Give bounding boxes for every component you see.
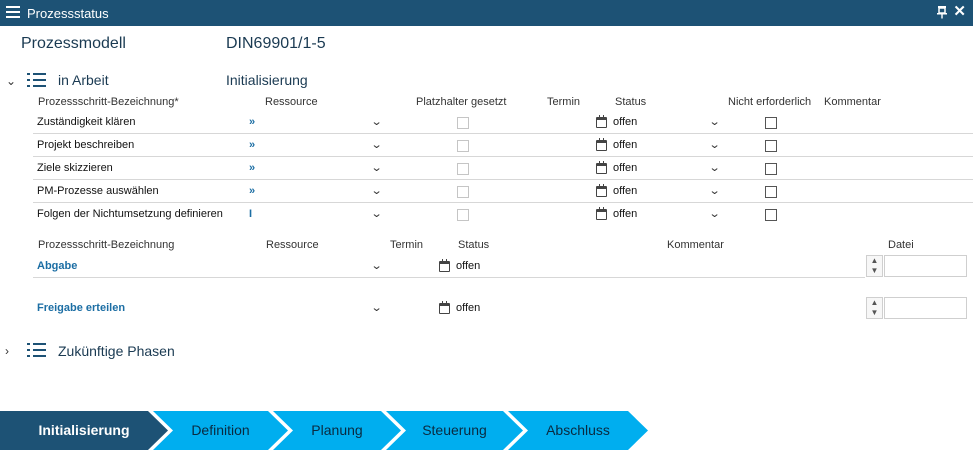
not-required-checkbox[interactable] — [765, 186, 777, 198]
status-value: offen — [613, 116, 638, 128]
resource-dropdown-icon[interactable]: ⌄ — [371, 115, 383, 128]
file-field[interactable] — [884, 297, 967, 319]
step-detail-link[interactable]: » — [249, 162, 255, 174]
col-header-step-name: Prozessschritt-Bezeichnung — [38, 239, 175, 251]
hamburger-menu-icon[interactable] — [6, 6, 20, 19]
col-header-file: Datei — [888, 239, 914, 251]
milestone-name-link[interactable]: Freigabe erteilen — [37, 302, 125, 314]
milestone-name-link[interactable]: Abgabe — [37, 260, 77, 272]
phase-progress-bar: Initialisierung Definition Planung Steue… — [0, 411, 660, 450]
file-spinner[interactable]: ▲ ▼ — [866, 297, 883, 319]
step-detail-link[interactable]: I — [249, 208, 252, 220]
step-name: Zuständigkeit klären — [37, 116, 136, 128]
step-detail-link[interactable]: » — [249, 116, 255, 128]
col-header-resource: Ressource — [266, 239, 319, 251]
not-required-checkbox[interactable] — [765, 140, 777, 152]
resource-dropdown-icon[interactable]: ⌄ — [371, 259, 383, 272]
resource-dropdown-icon[interactable]: ⌄ — [371, 184, 383, 197]
calendar-icon[interactable] — [439, 259, 450, 272]
status-value: offen — [613, 139, 638, 151]
pin-icon[interactable] — [935, 5, 949, 19]
step-name: Ziele skizzieren — [37, 162, 113, 174]
status-value: offen — [456, 260, 481, 272]
col-header-status: Status — [615, 96, 647, 108]
window-titlebar: Prozessstatus ✕ — [0, 0, 973, 26]
phase-step-steuerung[interactable]: Steuerung — [386, 411, 523, 450]
col-header-status: Status — [458, 239, 490, 251]
step-name: PM-Prozesse auswählen — [37, 185, 159, 197]
window-title: Prozessstatus — [27, 6, 109, 21]
status-dropdown-icon[interactable]: ⌄ — [709, 115, 721, 128]
resource-dropdown-icon[interactable]: ⌄ — [371, 301, 383, 314]
close-icon[interactable]: ✕ — [953, 3, 966, 21]
col-header-comment: Kommentar — [824, 96, 881, 108]
calendar-icon[interactable] — [596, 161, 607, 174]
status-dropdown-icon[interactable]: ⌄ — [709, 184, 721, 197]
calendar-icon[interactable] — [596, 138, 607, 151]
placeholder-checkbox[interactable] — [457, 117, 469, 129]
col-header-not-required: Nicht erforderlich — [728, 96, 812, 108]
resource-dropdown-icon[interactable]: ⌄ — [371, 207, 383, 220]
status-dropdown-icon[interactable]: ⌄ — [709, 161, 721, 174]
col-header-date: Termin — [547, 96, 581, 108]
status-dropdown-icon[interactable]: ⌄ — [709, 207, 721, 220]
not-required-checkbox[interactable] — [765, 117, 777, 129]
phase-step-abschluss[interactable]: Abschluss — [508, 411, 648, 450]
resource-dropdown-icon[interactable]: ⌄ — [371, 138, 383, 151]
col-header-step-name: Prozessschritt-Bezeichnung* — [38, 96, 179, 108]
row-divider — [33, 179, 973, 180]
calendar-icon[interactable] — [596, 184, 607, 197]
col-header-placeholder: Platzhalter gesetzt — [416, 96, 507, 108]
not-required-checkbox[interactable] — [765, 209, 777, 221]
placeholder-checkbox[interactable] — [457, 186, 469, 198]
step-detail-link[interactable]: » — [249, 185, 255, 197]
placeholder-checkbox[interactable] — [457, 209, 469, 221]
status-value: offen — [456, 302, 481, 314]
chevron-down-icon[interactable]: ⌄ — [6, 74, 16, 88]
phase-step-planung[interactable]: Planung — [273, 411, 401, 450]
spinner-up-icon[interactable]: ▲ — [867, 298, 882, 308]
step-name: Projekt beschreiben — [37, 139, 135, 151]
calendar-icon[interactable] — [439, 301, 450, 314]
spinner-down-icon[interactable]: ▼ — [867, 308, 882, 318]
col-header-date: Termin — [390, 239, 424, 251]
phase-step-initialisierung[interactable]: Initialisierung — [0, 411, 168, 450]
resource-dropdown-icon[interactable]: ⌄ — [371, 161, 383, 174]
status-value: offen — [613, 208, 638, 220]
calendar-icon[interactable] — [596, 207, 607, 220]
row-divider — [33, 277, 865, 278]
list-icon — [27, 73, 46, 87]
file-field[interactable] — [884, 255, 967, 277]
current-phase-label: Initialisierung — [226, 72, 308, 88]
status-dropdown-icon[interactable]: ⌄ — [709, 138, 721, 151]
section-title-future-phases[interactable]: Zukünftige Phasen — [58, 343, 175, 359]
placeholder-checkbox[interactable] — [457, 140, 469, 152]
section-title-in-progress[interactable]: in Arbeit — [58, 72, 109, 88]
step-detail-link[interactable]: » — [249, 139, 255, 151]
row-divider — [33, 156, 973, 157]
row-divider — [33, 133, 973, 134]
file-spinner[interactable]: ▲ ▼ — [866, 255, 883, 277]
process-model-label: Prozessmodell — [21, 35, 126, 52]
not-required-checkbox[interactable] — [765, 163, 777, 175]
step-name: Folgen der Nichtumsetzung definieren — [37, 208, 223, 220]
process-model-value: DIN69901/1-5 — [226, 35, 326, 52]
col-header-comment: Kommentar — [667, 239, 724, 251]
chevron-right-icon[interactable]: › — [5, 344, 9, 358]
col-header-resource: Ressource — [265, 96, 318, 108]
spinner-down-icon[interactable]: ▼ — [867, 266, 882, 276]
list-icon — [27, 343, 46, 357]
placeholder-checkbox[interactable] — [457, 163, 469, 175]
phase-step-definition[interactable]: Definition — [153, 411, 288, 450]
status-value: offen — [613, 162, 638, 174]
status-value: offen — [613, 185, 638, 197]
calendar-icon[interactable] — [596, 115, 607, 128]
row-divider — [33, 202, 973, 203]
spinner-up-icon[interactable]: ▲ — [867, 256, 882, 266]
